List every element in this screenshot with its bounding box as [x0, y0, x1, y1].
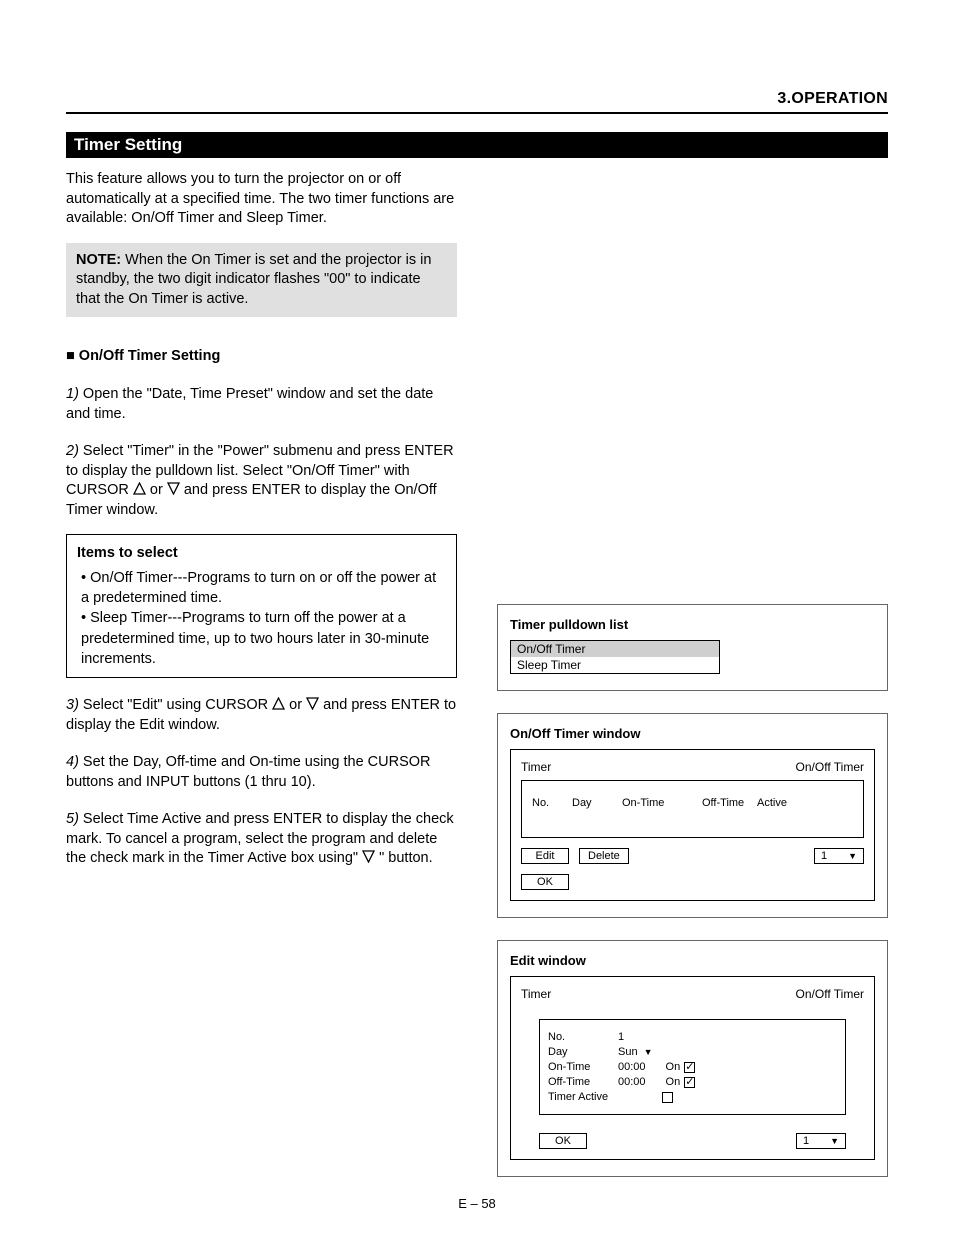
cursor-down-icon [306, 697, 319, 710]
cursor-down-icon [362, 850, 375, 863]
left-column: This feature allows you to turn the proj… [66, 164, 457, 1177]
header-rule [66, 112, 888, 114]
pulldown-item[interactable]: On/Off Timer [511, 641, 719, 657]
menu-path-right: On/Off Timer [796, 987, 864, 1001]
note-label: NOTE: [76, 252, 121, 268]
menu-path-right: On/Off Timer [796, 760, 864, 774]
intro-paragraph: This feature allows you to turn the proj… [66, 170, 457, 229]
figure-edit-window: Edit window Timer On/Off Timer No.1 DayS… [497, 940, 888, 1177]
note-text: When the On Timer is set and the project… [76, 252, 431, 307]
step-3: 3) Select "Edit" using CURSOR or and pre… [66, 696, 457, 735]
step-4: 4) Set the Day, Off-time and On-time usi… [66, 753, 457, 792]
cursor-up-icon [272, 697, 285, 710]
edit-button[interactable]: Edit [521, 848, 569, 864]
items-heading: Items to select [77, 543, 446, 563]
figure-pulldown: Timer pulldown list On/Off Timer Sleep T… [497, 604, 888, 691]
chevron-down-icon: ▼ [830, 1136, 839, 1146]
timer-pulldown-list[interactable]: On/Off Timer Sleep Timer [510, 640, 720, 674]
items-bullet-1: • On/Off Timer---Programs to turn on or … [81, 568, 446, 609]
timer-active-checkbox[interactable] [662, 1092, 673, 1103]
step-1: 1) Open the "Date, Time Preset" window a… [66, 385, 457, 424]
step-5: 5) Select Time Active and press ENTER to… [66, 810, 457, 869]
menu-path-left: Timer [521, 760, 551, 774]
program-number-dropdown[interactable]: 1▼ [814, 848, 864, 864]
delete-button[interactable]: Delete [579, 848, 629, 864]
step-2: 2) Select "Timer" in the "Power" submenu… [66, 442, 457, 520]
off-checkbox[interactable] [684, 1077, 695, 1088]
chevron-down-icon: ▼ [848, 851, 857, 861]
on-checkbox[interactable] [684, 1062, 695, 1073]
page-number: E – 58 [0, 1196, 954, 1211]
cursor-down-icon [167, 482, 180, 495]
figure-title: Timer pulldown list [510, 617, 875, 632]
cursor-up-icon [133, 482, 146, 495]
ok-button[interactable]: OK [521, 874, 569, 890]
menu-path-left: Timer [521, 987, 551, 1001]
note-box: NOTE: When the On Timer is set and the p… [66, 243, 457, 318]
edit-window-inner: No.1 DaySun ▼ On-Time00:00On Off-Time00:… [539, 1019, 846, 1115]
items-bullet-2: • Sleep Timer---Programs to turn off the… [81, 608, 446, 669]
figure-title: Edit window [510, 953, 875, 968]
procedure-heading: ■ On/Off Timer Setting [66, 347, 457, 367]
program-number-dropdown[interactable]: 1▼ [796, 1133, 846, 1149]
items-to-select-box: Items to select • On/Off Timer---Program… [66, 534, 457, 678]
chevron-down-icon[interactable]: ▼ [644, 1047, 653, 1057]
right-column: Timer pulldown list On/Off Timer Sleep T… [497, 164, 888, 1177]
figure-title: On/Off Timer window [510, 726, 875, 741]
edit-window-outer: Timer On/Off Timer No.1 DaySun ▼ On-Time… [510, 976, 875, 1160]
onoff-timer-window: Timer On/Off Timer No. Day On-Time Off-T… [510, 749, 875, 901]
section-title-bar: Timer Setting [66, 132, 888, 158]
chapter-header: 3.OPERATION [777, 90, 888, 108]
timer-program-list: No. Day On-Time Off-Time Active [521, 780, 864, 838]
figure-onoff-timer: On/Off Timer window Timer On/Off Timer N… [497, 713, 888, 918]
section-title: Timer Setting [74, 135, 182, 154]
pulldown-item[interactable]: Sleep Timer [511, 657, 719, 673]
ok-button[interactable]: OK [539, 1133, 587, 1149]
